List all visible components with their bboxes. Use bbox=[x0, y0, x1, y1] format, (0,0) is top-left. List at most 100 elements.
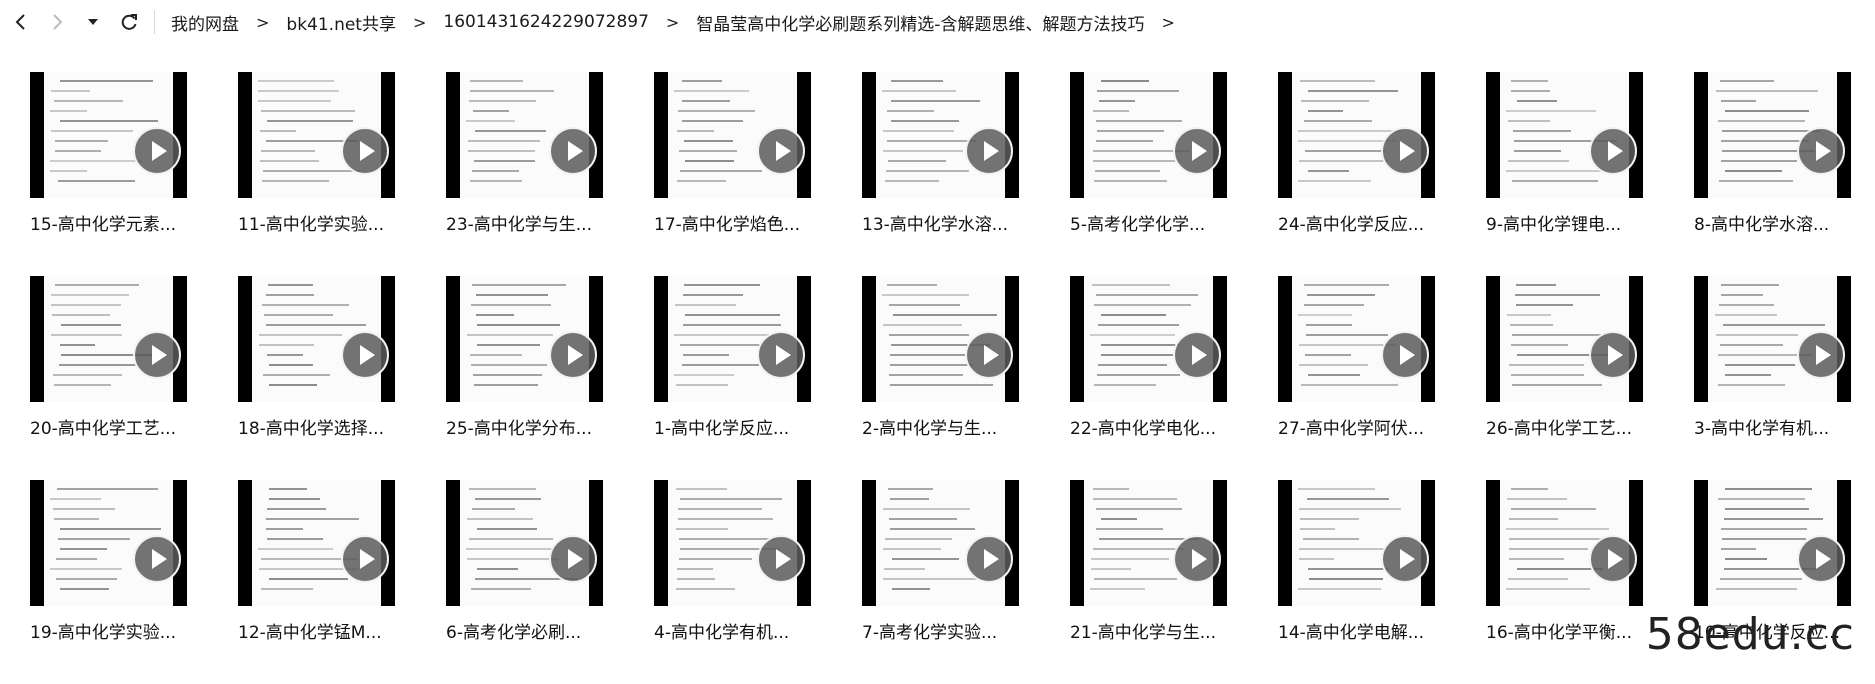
file-name[interactable]: 20-高中化学工艺... bbox=[30, 414, 230, 439]
video-file-tile[interactable]: 12-高中化学锰M... bbox=[238, 480, 446, 684]
video-file-tile[interactable]: 22-高中化学电化... bbox=[1070, 276, 1278, 480]
play-icon[interactable] bbox=[341, 331, 389, 379]
breadcrumb-separator[interactable]: > bbox=[1148, 13, 1187, 32]
file-name[interactable]: 25-高中化学分布... bbox=[446, 414, 646, 439]
play-icon[interactable] bbox=[757, 127, 805, 175]
video-file-tile[interactable]: 19-高中化学实验... bbox=[30, 480, 238, 684]
video-thumbnail[interactable] bbox=[238, 480, 395, 606]
play-icon[interactable] bbox=[965, 127, 1013, 175]
file-name[interactable]: 27-高中化学阿伏... bbox=[1278, 414, 1478, 439]
video-thumbnail[interactable] bbox=[654, 480, 811, 606]
video-thumbnail[interactable] bbox=[1070, 276, 1227, 402]
play-icon[interactable] bbox=[1381, 535, 1429, 583]
video-file-tile[interactable]: 23-高中化学与生... bbox=[446, 72, 654, 276]
play-icon[interactable] bbox=[965, 535, 1013, 583]
video-file-tile[interactable]: 1-高中化学反应... bbox=[654, 276, 862, 480]
breadcrumb-item[interactable]: 我的网盘 bbox=[167, 10, 243, 35]
breadcrumb-item[interactable]: 智晶莹高中化学必刷题系列精选-含解题思维、解题方法技巧 bbox=[692, 10, 1148, 35]
video-thumbnail[interactable] bbox=[654, 72, 811, 198]
video-file-tile[interactable]: 5-高考化学化学... bbox=[1070, 72, 1278, 276]
video-thumbnail[interactable] bbox=[1070, 72, 1227, 198]
play-icon[interactable] bbox=[1173, 127, 1221, 175]
file-name[interactable]: 19-高中化学实验... bbox=[30, 618, 230, 643]
video-thumbnail[interactable] bbox=[1278, 480, 1435, 606]
video-file-tile[interactable]: 9-高中化学锂电... bbox=[1486, 72, 1694, 276]
play-icon[interactable] bbox=[549, 331, 597, 379]
history-dropdown-button[interactable] bbox=[78, 7, 108, 37]
refresh-button[interactable] bbox=[114, 7, 144, 37]
file-name[interactable]: 21-高中化学与生... bbox=[1070, 618, 1270, 643]
video-thumbnail[interactable] bbox=[1070, 480, 1227, 606]
play-icon[interactable] bbox=[133, 535, 181, 583]
play-icon[interactable] bbox=[1589, 127, 1637, 175]
video-thumbnail[interactable] bbox=[30, 480, 187, 606]
video-file-tile[interactable]: 15-高中化学元素... bbox=[30, 72, 238, 276]
file-name[interactable]: 8-高中化学水溶... bbox=[1694, 210, 1875, 235]
video-file-tile[interactable]: 11-高中化学实验... bbox=[238, 72, 446, 276]
play-icon[interactable] bbox=[1173, 535, 1221, 583]
play-icon[interactable] bbox=[549, 127, 597, 175]
video-thumbnail[interactable] bbox=[1694, 72, 1851, 198]
video-thumbnail[interactable] bbox=[1486, 276, 1643, 402]
play-icon[interactable] bbox=[133, 127, 181, 175]
video-thumbnail[interactable] bbox=[654, 276, 811, 402]
video-file-tile[interactable]: 6-高考化学必刷... bbox=[446, 480, 654, 684]
file-name[interactable]: 3-高中化学有机... bbox=[1694, 414, 1875, 439]
video-thumbnail[interactable] bbox=[1694, 276, 1851, 402]
forward-button[interactable] bbox=[42, 7, 72, 37]
video-file-tile[interactable]: 18-高中化学选择... bbox=[238, 276, 446, 480]
play-icon[interactable] bbox=[1589, 535, 1637, 583]
file-name[interactable]: 11-高中化学实验... bbox=[238, 210, 438, 235]
video-thumbnail[interactable] bbox=[446, 276, 603, 402]
play-icon[interactable] bbox=[1589, 331, 1637, 379]
file-name[interactable]: 13-高中化学水溶... bbox=[862, 210, 1062, 235]
play-icon[interactable] bbox=[757, 331, 805, 379]
video-file-tile[interactable]: 7-高考化学实验... bbox=[862, 480, 1070, 684]
file-name[interactable]: 18-高中化学选择... bbox=[238, 414, 438, 439]
video-thumbnail[interactable] bbox=[862, 72, 1019, 198]
play-icon[interactable] bbox=[1381, 127, 1429, 175]
play-icon[interactable] bbox=[1381, 331, 1429, 379]
file-name[interactable]: 4-高中化学有机... bbox=[654, 618, 854, 643]
file-name[interactable]: 5-高考化学化学... bbox=[1070, 210, 1270, 235]
file-name[interactable]: 15-高中化学元素... bbox=[30, 210, 230, 235]
file-name[interactable]: 9-高中化学锂电... bbox=[1486, 210, 1686, 235]
video-thumbnail[interactable] bbox=[1278, 276, 1435, 402]
video-file-tile[interactable]: 8-高中化学水溶... bbox=[1694, 72, 1875, 276]
file-name[interactable]: 17-高中化学焰色... bbox=[654, 210, 854, 235]
file-name[interactable]: 12-高中化学锰M... bbox=[238, 618, 438, 643]
play-icon[interactable] bbox=[965, 331, 1013, 379]
video-thumbnail[interactable] bbox=[862, 276, 1019, 402]
file-name[interactable]: 1-高中化学反应... bbox=[654, 414, 854, 439]
video-file-tile[interactable]: 2-高中化学与生... bbox=[862, 276, 1070, 480]
video-thumbnail[interactable] bbox=[30, 72, 187, 198]
file-name[interactable]: 6-高考化学必刷... bbox=[446, 618, 646, 643]
file-name[interactable]: 14-高中化学电解... bbox=[1278, 618, 1478, 643]
play-icon[interactable] bbox=[1797, 535, 1845, 583]
video-thumbnail[interactable] bbox=[30, 276, 187, 402]
back-button[interactable] bbox=[6, 7, 36, 37]
play-icon[interactable] bbox=[549, 535, 597, 583]
video-file-tile[interactable]: 3-高中化学有机... bbox=[1694, 276, 1875, 480]
video-file-tile[interactable]: 17-高中化学焰色... bbox=[654, 72, 862, 276]
breadcrumb-item[interactable]: 1601431624229072897 bbox=[439, 12, 653, 32]
file-name[interactable]: 7-高考化学实验... bbox=[862, 618, 1062, 643]
video-thumbnail[interactable] bbox=[238, 72, 395, 198]
file-name[interactable]: 2-高中化学与生... bbox=[862, 414, 1062, 439]
video-file-tile[interactable]: 4-高中化学有机... bbox=[654, 480, 862, 684]
video-file-tile[interactable]: 27-高中化学阿伏... bbox=[1278, 276, 1486, 480]
play-icon[interactable] bbox=[133, 331, 181, 379]
file-name[interactable]: 23-高中化学与生... bbox=[446, 210, 646, 235]
video-thumbnail[interactable] bbox=[238, 276, 395, 402]
video-file-tile[interactable]: 14-高中化学电解... bbox=[1278, 480, 1486, 684]
file-name[interactable]: 26-高中化学工艺... bbox=[1486, 414, 1686, 439]
video-file-tile[interactable]: 13-高中化学水溶... bbox=[862, 72, 1070, 276]
play-icon[interactable] bbox=[341, 535, 389, 583]
play-icon[interactable] bbox=[1173, 331, 1221, 379]
video-thumbnail[interactable] bbox=[446, 72, 603, 198]
video-thumbnail[interactable] bbox=[1486, 72, 1643, 198]
file-name[interactable]: 24-高中化学反应... bbox=[1278, 210, 1478, 235]
file-name[interactable]: 22-高中化学电化... bbox=[1070, 414, 1270, 439]
video-file-tile[interactable]: 26-高中化学工艺... bbox=[1486, 276, 1694, 480]
play-icon[interactable] bbox=[757, 535, 805, 583]
